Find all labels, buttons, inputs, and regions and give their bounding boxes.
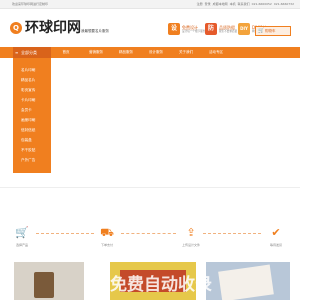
cart-icon: 🛒 [258, 28, 265, 34]
nav-item-events[interactable]: 活动专区 [201, 47, 231, 58]
top-bar: 欢迎来环球印网进行定制印 注册 登录 成都本地网 本机 联系我们 021-666… [0, 0, 300, 9]
watermark-text: 免费自动收录 [110, 275, 212, 295]
sidebar-item[interactable]: 名片印刷 [13, 65, 51, 75]
section-divider [0, 187, 300, 188]
sidebar-item[interactable]: 画册印刷 [13, 115, 51, 125]
feature-title: 品质防假 [219, 24, 235, 30]
site-logo[interactable]: Q 环球印网 [10, 21, 81, 35]
category-menu-button[interactable]: ≡ 全部分类 [13, 47, 51, 58]
main-nav: ≡ 全部分类 首页 营销服务 精品服务 设计服务 关于我们 活动专区 [0, 47, 300, 58]
menu-icon: ≡ [15, 50, 19, 55]
nav-item-home[interactable]: 首页 [51, 47, 81, 58]
step-connector [203, 233, 261, 234]
step-pay: ⛟ 下单支付 [92, 226, 122, 247]
contact-link[interactable]: 联系我们 [238, 0, 250, 9]
diy-icon: DIY [238, 23, 250, 35]
nav-item-marketing[interactable]: 营销服务 [81, 47, 111, 58]
feature-free-design[interactable]: 设 免费设计 设计每一个细节服务 [168, 23, 205, 35]
sidebar-item[interactable]: 不干胶贴 [13, 145, 51, 155]
cart-icon: 🛒 [15, 226, 29, 239]
truck-icon: ⛟ [100, 226, 114, 239]
feature-sub: 设计每一个细节服务 [182, 29, 206, 33]
logo-text: 环球印网 [25, 20, 81, 36]
sidebar-item[interactable]: 会员卡 [13, 105, 51, 115]
sidebar-item[interactable]: 彩页宣传 [13, 85, 51, 95]
cart-button[interactable]: 🛒 购物车 [255, 26, 291, 36]
step-label: 上传设计文件 [181, 243, 200, 247]
nav-item-design[interactable]: 设计服务 [141, 47, 171, 58]
cart-label: 购物车 [265, 29, 276, 33]
step-label: 等待发货 [269, 243, 282, 247]
step-select-product: 🛒 选择产品 [7, 226, 37, 247]
logo-mark-icon: Q [10, 22, 22, 34]
step-upload: ⇪ 上传设计文件 [176, 226, 206, 247]
order-steps: 🛒 选择产品 ⛟ 下单支付 ⇪ 上传设计文件 ✔ 等待发货 [0, 226, 300, 256]
login-link[interactable]: 登录 [205, 0, 211, 9]
category-label: 全部分类 [21, 50, 37, 55]
step-shipping: ✔ 等待发货 [261, 226, 291, 247]
feature-quality[interactable]: 防 品质防假 我们不要求质量 [205, 23, 237, 35]
sidebar-item[interactable]: 包装盒 [13, 135, 51, 145]
product-image[interactable] [206, 262, 290, 300]
upload-icon: ⇪ [186, 226, 196, 239]
step-label: 下单支付 [100, 243, 113, 247]
shield-icon: 防 [205, 23, 217, 35]
nav-item-premium[interactable]: 精品服务 [111, 47, 141, 58]
step-label: 选择产品 [15, 243, 28, 247]
design-icon: 设 [168, 23, 180, 35]
sidebar-item[interactable]: 卡片印刷 [13, 95, 51, 105]
product-image[interactable] [14, 262, 84, 300]
category-sidebar: 名片印刷 精品名片 彩页宣传 卡片印刷 会员卡 画册印刷 信封信纸 包装盒 不干… [13, 58, 51, 173]
register-link[interactable]: 注册 [197, 0, 203, 9]
slogan: 我最想要名片服务 [81, 29, 109, 33]
phone-1: 021-6660052 [251, 2, 272, 6]
phone-2: 021-6660732 [273, 2, 294, 6]
welcome-text: 欢迎来环球印网进行定制印 [12, 2, 49, 6]
feature-sub: 我们不要求质量 [219, 29, 238, 33]
step-connector [36, 233, 94, 234]
check-icon: ✔ [271, 226, 281, 239]
sidebar-item[interactable]: 户外广告 [13, 155, 51, 165]
nav-item-about[interactable]: 关于我们 [171, 47, 201, 58]
top-links: 注册 登录 成都本地网 本机 联系我们 021-6660052 021-6660… [197, 0, 294, 9]
sidebar-item[interactable]: 精品名片 [13, 75, 51, 85]
step-connector [121, 233, 176, 234]
local-link[interactable]: 成都本地网 [213, 0, 228, 9]
sidebar-item[interactable]: 信封信纸 [13, 125, 51, 135]
device-link[interactable]: 本机 [230, 0, 236, 9]
